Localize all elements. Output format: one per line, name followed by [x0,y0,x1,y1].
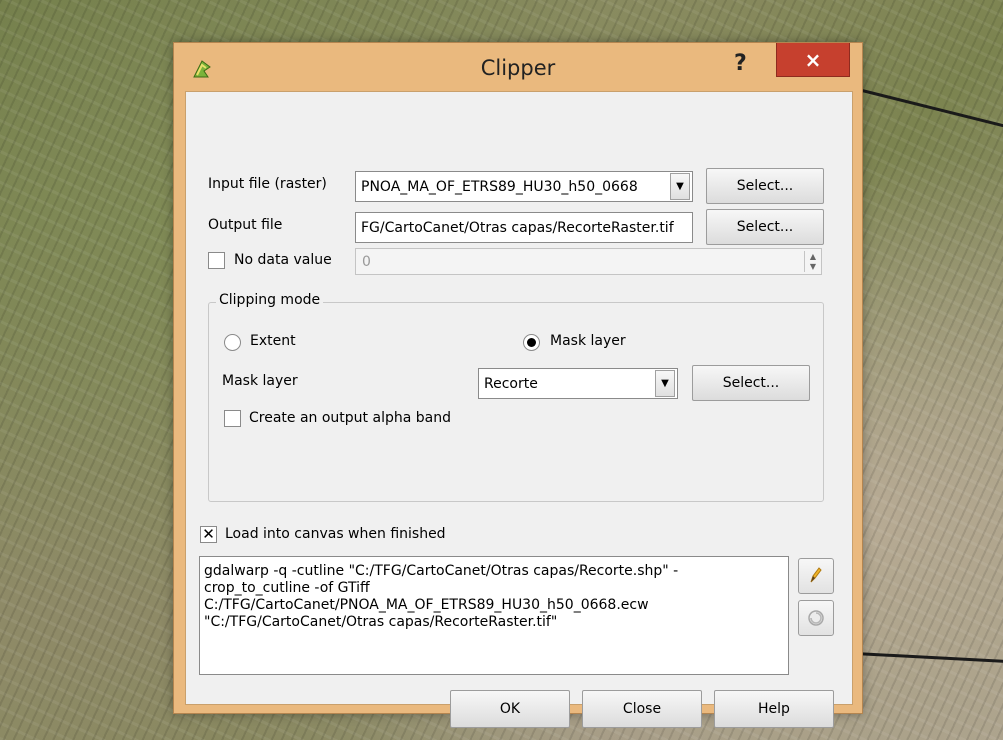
mask-select-button[interactable]: Select... [692,365,810,401]
close-button[interactable]: Close [582,690,702,728]
load-canvas-checkbox[interactable]: ✕ [200,526,217,543]
output-file-label: Output file [208,217,283,233]
clipping-mode-group [208,302,824,502]
output-select-button[interactable]: Select... [706,209,824,245]
clipping-mode-title: Clipping mode [216,292,324,308]
edit-command-button[interactable] [798,558,834,594]
no-data-spinbox[interactable]: 0 ▲ ▼ [355,248,822,275]
load-canvas-label: Load into canvas when finished [225,526,446,542]
title-bar[interactable]: Clipper ? × [174,43,862,93]
dialog-title: Clipper [480,56,556,80]
mask-layer-label: Mask layer [222,373,298,389]
chevron-down-icon[interactable]: ▼ [655,370,675,397]
no-data-value: 0 [362,253,371,270]
mask-layer-radio[interactable] [523,334,540,351]
close-window-button[interactable]: × [776,43,850,77]
dialog-client-area: Input file (raster) PNOA_MA_OF_ETRS89_HU… [185,91,853,728]
spin-up-icon[interactable]: ▲ [810,252,816,261]
output-file-field[interactable]: FG/CartoCanet/Otras capas/RecorteRaster.… [355,212,693,243]
mask-layer-radio-label: Mask layer [550,333,626,349]
extent-radio[interactable] [224,334,241,351]
ok-button[interactable]: OK [450,690,570,728]
input-file-label: Input file (raster) [208,176,327,192]
help-button[interactable]: Help [714,690,834,728]
output-file-value: FG/CartoCanet/Otras capas/RecorteRaster.… [361,219,674,236]
chevron-down-icon[interactable]: ▼ [670,173,690,200]
no-data-label: No data value [234,252,332,268]
mask-layer-combo[interactable]: Recorte ▼ [478,368,678,399]
spin-buttons[interactable]: ▲ ▼ [804,251,821,272]
gdal-command-text[interactable]: gdalwarp -q -cutline "C:/TFG/CartoCanet/… [199,556,789,675]
input-select-button[interactable]: Select... [706,168,824,204]
help-question-button[interactable]: ? [734,51,747,76]
input-file-combo[interactable]: PNOA_MA_OF_ETRS89_HU30_h50_0668 ▼ [355,171,693,202]
extent-label: Extent [250,333,296,349]
mask-layer-value: Recorte [484,375,538,392]
spin-down-icon[interactable]: ▼ [810,262,816,271]
input-file-value: PNOA_MA_OF_ETRS89_HU30_h50_0668 [361,178,638,195]
pencil-icon [810,567,822,583]
reset-command-button[interactable] [798,600,834,636]
no-data-checkbox[interactable] [208,252,225,269]
alpha-band-label: Create an output alpha band [249,410,451,426]
alpha-band-checkbox[interactable] [224,410,241,427]
reset-icon [808,610,824,626]
clipper-dialog: Clipper ? × Input file (raster) PNOA_MA_… [173,42,863,728]
